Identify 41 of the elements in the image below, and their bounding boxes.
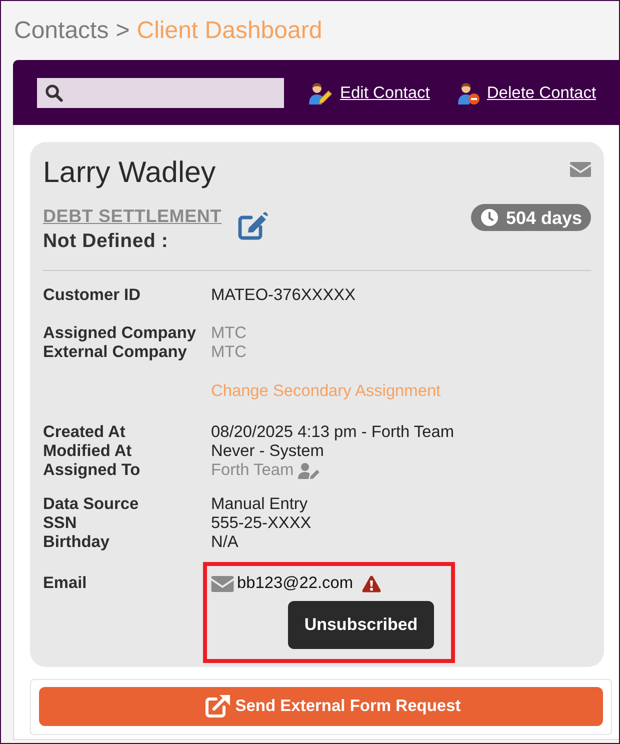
field-value: MATEO-376XXXXX xyxy=(211,286,356,305)
field-value: MTC xyxy=(211,343,247,362)
search-icon xyxy=(45,84,63,102)
field-value: Manual Entry xyxy=(211,495,308,514)
field-label: Customer ID xyxy=(43,286,140,305)
delete-contact-link[interactable]: Delete Contact xyxy=(456,80,596,104)
days-count: 504 days xyxy=(506,208,582,228)
send-form-button[interactable]: Send External Form Request xyxy=(39,686,603,726)
field-label: Assigned To xyxy=(43,461,140,480)
status-tooltip: Unsubscribed xyxy=(288,600,434,648)
email-address: bb123@22.com xyxy=(237,574,353,593)
contact-name: Larry Wadley xyxy=(43,157,216,189)
field-label: Created At xyxy=(43,423,126,442)
field-label: Data Source xyxy=(43,495,139,514)
status-text: Not Defined : xyxy=(43,230,168,252)
category-link[interactable]: DEBT SETTLEMENT xyxy=(43,206,222,226)
edit-contact-link[interactable]: Edit Contact xyxy=(308,80,430,104)
edit-icon[interactable] xyxy=(236,212,268,240)
breadcrumb-current: Client Dashboard xyxy=(136,16,322,44)
search-field[interactable] xyxy=(37,78,284,108)
field-value: Never - System xyxy=(211,442,324,461)
field-label: Modified At xyxy=(43,442,132,461)
external-link-icon xyxy=(205,694,232,718)
clock-icon xyxy=(480,209,498,226)
mail-icon[interactable] xyxy=(570,162,591,177)
field-label: Email xyxy=(43,574,87,593)
person-pencil-icon xyxy=(308,80,332,104)
field-label: Birthday xyxy=(43,533,110,552)
person-minus-icon xyxy=(456,80,480,104)
field-value: N/A xyxy=(211,533,238,552)
field-label: External Company xyxy=(43,343,187,362)
field-value: 08/20/2025 4:13 pm - Forth Team xyxy=(211,423,454,442)
field-value: 555-25-XXXX xyxy=(211,514,312,533)
field-value: MTC xyxy=(211,324,247,343)
field-label: Assigned Company xyxy=(43,324,196,343)
field-label: SSN xyxy=(43,514,77,533)
field-value: Forth Team xyxy=(211,461,294,480)
breadcrumb-link[interactable]: Contacts xyxy=(14,16,109,44)
person-pen-icon[interactable] xyxy=(298,462,320,478)
breadcrumb-separator: > xyxy=(116,16,130,44)
envelope-icon xyxy=(211,576,234,592)
